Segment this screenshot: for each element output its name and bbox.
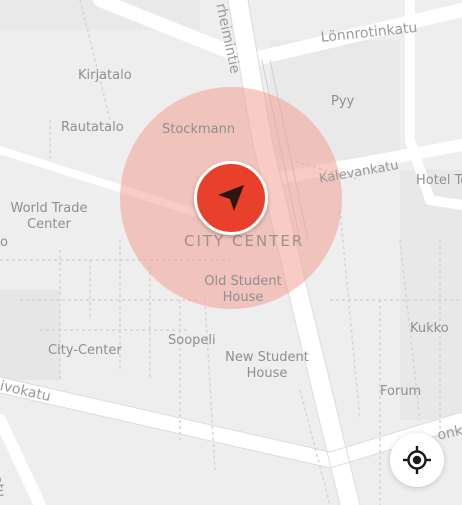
poi-label-line: House <box>222 290 264 305</box>
poi-label: Soopeli <box>168 333 216 348</box>
poi-label: o <box>0 235 8 250</box>
navigation-arrow-icon <box>218 185 244 211</box>
poi-label: New Student House <box>222 350 312 382</box>
map-view[interactable]: Lönnrotinkatu Kalevankatu rheimintie ivo… <box>0 0 462 505</box>
poi-label: Kukko <box>410 321 449 336</box>
crosshair-icon <box>403 446 431 474</box>
poi-label-line: Center <box>27 217 71 232</box>
location-marker[interactable] <box>194 161 268 235</box>
poi-label-line: New Student <box>225 350 309 365</box>
poi-label: Forum <box>380 384 422 399</box>
poi-label: Hotel To <box>416 173 462 188</box>
poi-label: Kirjatalo <box>78 68 132 83</box>
poi-label-line: House <box>246 366 288 381</box>
poi-label: Rautatalo <box>61 120 124 135</box>
poi-label: Old Student House <box>198 274 288 306</box>
poi-label: City-Center <box>48 343 122 358</box>
area-label: CITY CENTER <box>184 232 305 250</box>
poi-label-line: Old Student <box>204 274 282 289</box>
poi-label-line: World Trade <box>10 201 88 216</box>
locate-me-button[interactable] <box>390 433 444 487</box>
poi-label: Stockmann <box>162 122 236 137</box>
poi-label: World Trade Center <box>10 201 88 233</box>
poi-label: Pyy <box>331 94 355 109</box>
